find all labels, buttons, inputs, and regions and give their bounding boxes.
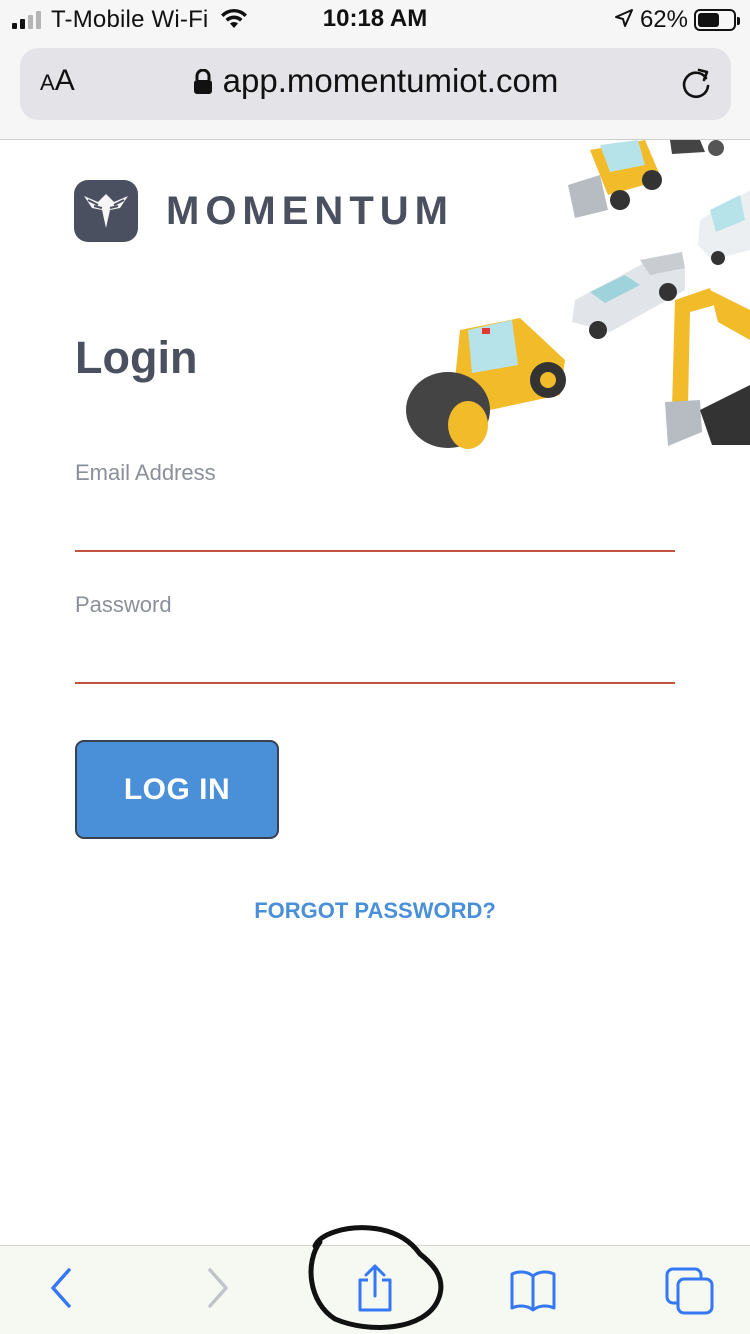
highlight-circle-annotation (308, 1225, 444, 1330)
safari-address-bar: AA app.momentumiot.com (0, 40, 750, 140)
email-input[interactable] (75, 508, 675, 552)
forgot-password-link[interactable]: FORGOT PASSWORD? (0, 898, 750, 924)
battery-level (698, 13, 720, 27)
reload-icon[interactable] (679, 66, 713, 107)
momentum-logo-mark-icon (74, 180, 138, 242)
excavator-illustration (665, 288, 750, 446)
page-title: Login (75, 332, 198, 383)
login-button[interactable]: LOG IN (75, 740, 279, 839)
email-label: Email Address (75, 460, 216, 485)
status-right: 62% (614, 6, 740, 34)
momentum-logo: MOMENTUM (74, 180, 454, 242)
vehicles-illustration (406, 140, 750, 449)
password-field-group: Password (75, 592, 675, 684)
loader-illustration (568, 140, 724, 218)
pickup-illustration (572, 252, 685, 339)
lock-icon (193, 65, 213, 103)
url-text: app.momentumiot.com (222, 62, 559, 99)
password-input[interactable] (75, 640, 675, 684)
tabs-icon[interactable] (664, 1266, 716, 1321)
status-bar: T-Mobile Wi-Fi 10:18 AM 62% (0, 0, 750, 40)
battery-icon (694, 9, 740, 31)
location-arrow-icon (614, 8, 634, 33)
forward-icon[interactable] (202, 1266, 234, 1315)
back-icon[interactable] (45, 1266, 77, 1315)
road-roller-illustration (406, 318, 566, 449)
van-illustration (698, 190, 750, 265)
url-field[interactable]: AA app.momentumiot.com (20, 48, 731, 120)
password-label: Password (75, 592, 172, 617)
bookmarks-icon[interactable] (509, 1268, 557, 1317)
url-display[interactable]: app.momentumiot.com (20, 62, 731, 103)
email-field-group: Email Address (75, 460, 675, 552)
battery-percent: 62% (639, 6, 688, 33)
